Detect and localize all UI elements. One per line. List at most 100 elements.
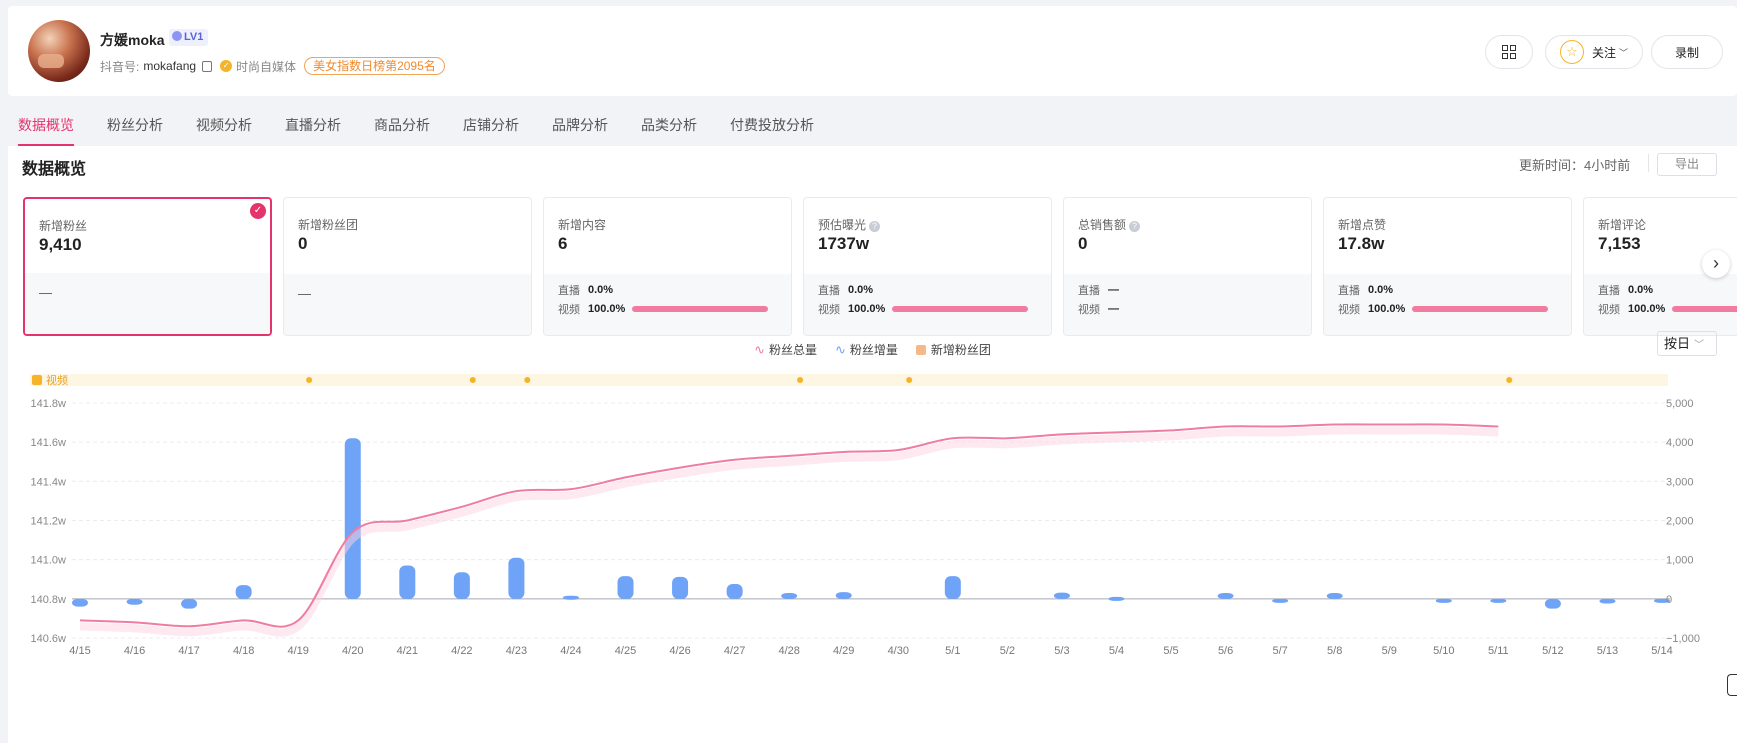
x-tick-label: 5/11: [1488, 645, 1509, 657]
x-tick-label: 5/1: [945, 645, 960, 657]
right-tick-label: −1,000: [1666, 633, 1700, 645]
bar-fans-increase: [181, 598, 198, 609]
left-tick-label: 141.8w: [31, 398, 67, 410]
x-tick-label: 4/18: [233, 645, 254, 657]
qrcode-icon: [1502, 45, 1516, 59]
record-button[interactable]: 录制: [1651, 35, 1723, 69]
avatar[interactable]: [28, 20, 90, 82]
x-tick-label: 5/10: [1433, 645, 1454, 657]
x-tick-label: 4/27: [724, 645, 745, 657]
x-tick-label: 4/26: [669, 645, 690, 657]
video-marker: [524, 377, 531, 383]
x-tick-label: 4/24: [560, 645, 581, 657]
x-tick-label: 5/12: [1542, 645, 1563, 657]
side-panel-icon[interactable]: [1727, 674, 1737, 696]
bar-fans-increase: [1490, 598, 1507, 603]
id-label: 抖音号:: [100, 59, 140, 74]
bar-fans-increase: [453, 572, 470, 599]
bar-fans-increase: [781, 592, 798, 599]
right-tick-label: 0: [1666, 594, 1672, 606]
star-icon: ☆: [1559, 40, 1584, 64]
tab-overview[interactable]: 数据概览: [18, 106, 74, 146]
x-tick-label: 5/3: [1054, 645, 1069, 657]
x-tick-label: 4/29: [833, 645, 854, 657]
tab-shop[interactable]: 店铺分析: [463, 106, 519, 146]
x-tick-label: 4/22: [451, 645, 472, 657]
left-tick-label: 141.0w: [31, 555, 67, 567]
tab-product[interactable]: 商品分析: [374, 106, 430, 146]
bar-fans-increase: [399, 565, 416, 599]
qrcode-button[interactable]: [1485, 35, 1533, 69]
video-marker: [469, 377, 476, 383]
x-tick-label: 5/8: [1327, 645, 1342, 657]
id-value: mokafang: [143, 59, 197, 73]
bar-fans-increase: [235, 585, 252, 599]
bar-fans-increase: [1544, 598, 1561, 609]
x-tick-label: 5/9: [1382, 645, 1397, 657]
x-tick-label: 4/23: [506, 645, 527, 657]
right-tick-label: 2,000: [1666, 516, 1694, 528]
x-tick-label: 4/15: [69, 645, 90, 657]
left-tick-label: 140.6w: [31, 633, 67, 645]
follow-button[interactable]: ☆ 关注 ﹀: [1545, 35, 1643, 69]
x-tick-label: 4/30: [888, 645, 909, 657]
left-tick-label: 141.4w: [31, 476, 67, 488]
tab-video[interactable]: 视频分析: [196, 106, 252, 146]
bar-fans-increase: [1217, 592, 1234, 599]
x-tick-label: 4/25: [615, 645, 636, 657]
bar-fans-increase: [1326, 592, 1343, 599]
video-track-icon: [32, 375, 42, 385]
video-track: [30, 374, 1668, 386]
bar-fans-increase: [944, 576, 961, 599]
verified-icon: ✓: [220, 60, 233, 72]
x-tick-label: 4/21: [397, 645, 418, 657]
bar-fans-increase: [672, 576, 689, 599]
x-tick-label: 5/2: [1000, 645, 1015, 657]
bar-fans-increase: [344, 438, 361, 599]
x-tick-label: 4/17: [178, 645, 199, 657]
x-tick-label: 5/5: [1163, 645, 1178, 657]
x-tick-label: 4/28: [778, 645, 799, 657]
video-marker: [306, 377, 313, 383]
right-tick-label: 5,000: [1666, 398, 1694, 410]
copy-icon[interactable]: [202, 60, 213, 72]
fans-chart: 视频 141.8w 141.6w 141.4w 141.2w 141.0w 140.8w 1…: [30, 373, 1700, 657]
tab-live[interactable]: 直播分析: [285, 106, 341, 146]
x-tick-label: 5/7: [1272, 645, 1287, 657]
left-tick-label: 140.8w: [31, 594, 67, 606]
bar-fans-increase: [1599, 598, 1616, 604]
left-tick-label: 141.2w: [31, 516, 67, 528]
right-tick-label: 3,000: [1666, 476, 1694, 488]
x-tick-label: 4/19: [287, 645, 308, 657]
video-track-label: 视频: [46, 373, 68, 387]
category-label: 时尚自媒体: [236, 59, 297, 74]
bar-fans-increase: [1272, 598, 1289, 603]
video-marker: [906, 377, 913, 383]
left-tick-label: 141.6w: [31, 437, 67, 449]
video-marker: [797, 377, 804, 383]
bar-fans-increase: [562, 595, 579, 600]
chevron-down-icon: ﹀: [1619, 47, 1629, 58]
bar-fans-increase: [508, 557, 525, 599]
tab-paid-ads[interactable]: 付费投放分析: [730, 106, 814, 146]
bar-fans-increase: [72, 598, 88, 607]
tab-category[interactable]: 品类分析: [641, 106, 697, 146]
tab-bar: 数据概览 粉丝分析 视频分析 直播分析 商品分析 店铺分析 品牌分析 品类分析 …: [0, 106, 1737, 146]
x-tick-label: 4/16: [124, 645, 145, 657]
bar-fans-increase: [726, 583, 743, 599]
x-tick-label: 5/14: [1651, 645, 1672, 657]
profile-meta: 抖音号: mokafang ✓ 时尚自媒体 美女指数日榜第2095名: [100, 57, 445, 75]
x-tick-label: 5/13: [1597, 645, 1618, 657]
x-tick-label: 5/6: [1218, 645, 1233, 657]
profile-header: 方媛moka LV1 抖音号: mokafang ✓ 时尚自媒体 美女指数日榜第…: [8, 6, 1737, 96]
tab-brand[interactable]: 品牌分析: [552, 106, 608, 146]
bar-fans-increase: [1108, 596, 1125, 601]
rank-badge[interactable]: 美女指数日榜第2095名: [304, 57, 445, 75]
level-star-icon: [172, 31, 182, 41]
tab-fans[interactable]: 粉丝分析: [107, 106, 163, 146]
x-tick-label: 5/4: [1109, 645, 1124, 657]
bar-fans-increase: [1053, 592, 1070, 599]
bar-fans-increase: [835, 592, 852, 599]
video-marker: [1506, 377, 1513, 383]
right-tick-label: 1,000: [1666, 555, 1694, 567]
